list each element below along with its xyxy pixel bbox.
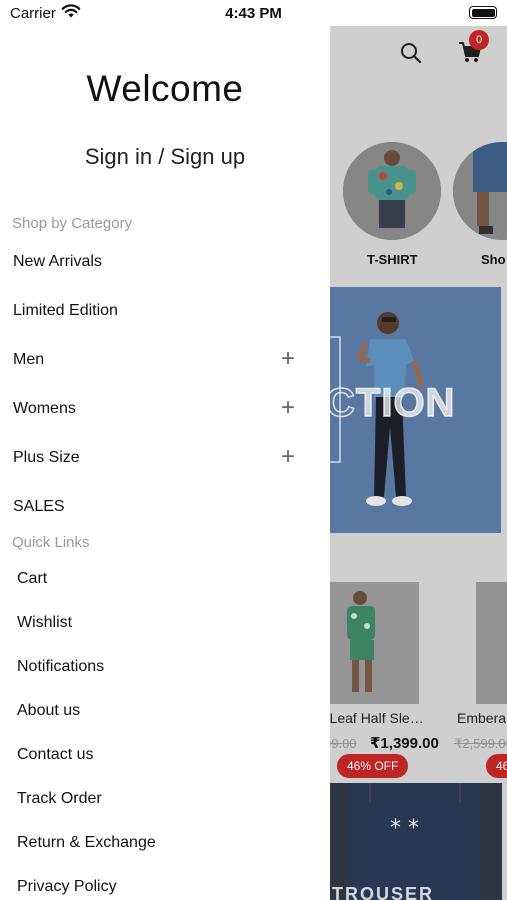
- menu-item-label: Men: [13, 351, 45, 368]
- quick-link-notifications[interactable]: Notifications: [17, 652, 307, 682]
- plus-icon[interactable]: +: [281, 443, 295, 471]
- quick-link-return-exchange[interactable]: Return & Exchange: [17, 828, 307, 858]
- plus-icon[interactable]: +: [281, 345, 295, 373]
- welcome-title: Welcome: [86, 68, 244, 109]
- menu-item-sales[interactable]: SALES: [13, 492, 303, 522]
- menu-item-label: SALES: [13, 498, 65, 515]
- menu-item-plus-size[interactable]: Plus Size +: [13, 443, 303, 473]
- plus-icon[interactable]: +: [281, 394, 295, 422]
- quick-link-privacy-policy[interactable]: Privacy Policy: [17, 872, 307, 900]
- menu-item-new-arrivals[interactable]: New Arrivals: [13, 247, 303, 277]
- menu-item-label: Plus Size: [13, 449, 80, 466]
- quick-link-cart[interactable]: Cart: [17, 564, 307, 594]
- quick-link-track-order[interactable]: Track Order: [17, 784, 307, 814]
- quick-links-label: Quick Links: [12, 534, 90, 551]
- quick-link-wishlist[interactable]: Wishlist: [17, 608, 307, 638]
- menu-item-label: Limited Edition: [13, 302, 118, 319]
- quick-link-about-us[interactable]: About us: [17, 696, 307, 726]
- quick-link-contact-us[interactable]: Contact us: [17, 740, 307, 770]
- battery-icon: [469, 6, 497, 19]
- signin-link[interactable]: Sign in / Sign up: [0, 144, 330, 170]
- navigation-drawer: Welcome Sign in / Sign up Shop by Catego…: [0, 26, 330, 900]
- menu-item-men[interactable]: Men +: [13, 345, 303, 375]
- drawer-scrim[interactable]: [330, 26, 507, 900]
- menu-item-label: Womens: [13, 400, 76, 417]
- menu-item-womens[interactable]: Womens +: [13, 394, 303, 424]
- shop-by-category-label: Shop by Category: [12, 215, 133, 232]
- status-bar: Carrier 4:43 PM: [0, 0, 507, 26]
- menu-item-limited-edition[interactable]: Limited Edition: [13, 296, 303, 326]
- menu-item-label: New Arrivals: [13, 253, 102, 270]
- status-time: 4:43 PM: [225, 5, 282, 22]
